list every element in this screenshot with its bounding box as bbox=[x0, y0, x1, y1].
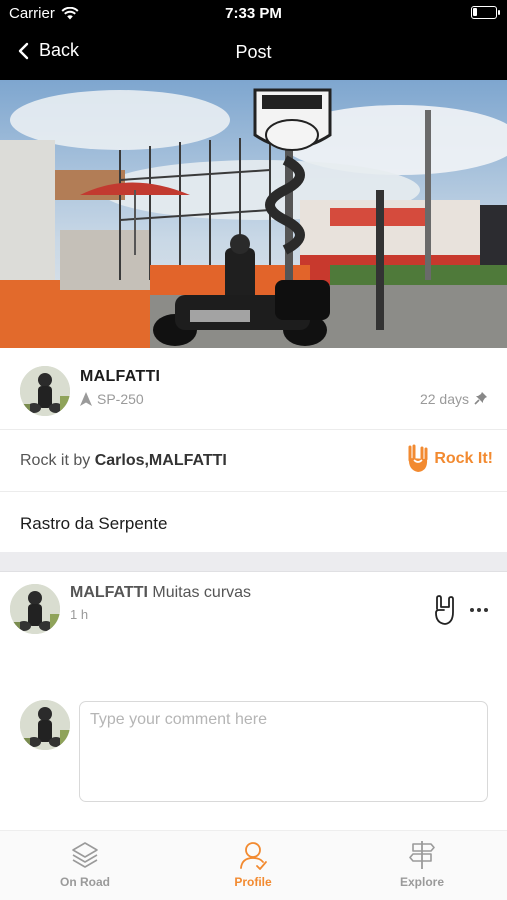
signpost-icon bbox=[409, 841, 435, 869]
comment-text: MALFATTI Muitas curvas bbox=[70, 584, 251, 602]
rock-by-users[interactable]: Carlos,MALFATTI bbox=[95, 452, 227, 469]
comment-item: MALFATTI Muitas curvas 1 h bbox=[0, 572, 507, 652]
section-divider bbox=[0, 552, 507, 572]
post-caption: Rastro da Serpente bbox=[20, 514, 168, 533]
tab-profile[interactable]: Profile bbox=[198, 839, 308, 889]
post-age-label: 22 days bbox=[419, 391, 469, 407]
rock-summary: Rock it by Carlos,MALFATTI Rock It! bbox=[0, 430, 507, 492]
pin-icon bbox=[474, 392, 487, 405]
comment-author[interactable]: MALFATTI bbox=[70, 584, 148, 601]
comment-time: 1 h bbox=[70, 607, 89, 622]
tab-explore[interactable]: Explore bbox=[367, 839, 477, 889]
navigation-bar: Back Post bbox=[0, 28, 507, 80]
profile-icon bbox=[240, 842, 267, 870]
rock-by-text: Rock it by Carlos,MALFATTI bbox=[20, 452, 227, 470]
location-label: SP-250 bbox=[97, 391, 144, 407]
comment-input[interactable] bbox=[79, 701, 488, 802]
avatar[interactable] bbox=[20, 366, 70, 416]
tab-on-road[interactable]: On Road bbox=[30, 839, 140, 889]
post-location: SP-250 bbox=[80, 391, 144, 407]
rock-hand-icon bbox=[408, 444, 428, 472]
post-photo[interactable] bbox=[0, 80, 507, 348]
status-time: 7:33 PM bbox=[225, 5, 282, 22]
post-age: 22 days bbox=[420, 391, 487, 407]
layers-icon bbox=[72, 842, 98, 868]
rock-it-label: Rock It! bbox=[434, 450, 493, 467]
avatar[interactable] bbox=[10, 584, 60, 634]
post-photo-image bbox=[0, 80, 507, 348]
tab-label: On Road bbox=[60, 875, 110, 889]
page-title: Post bbox=[235, 42, 272, 62]
status-bar: Carrier 7:33 PM bbox=[0, 0, 507, 28]
more-options-icon[interactable] bbox=[470, 608, 488, 612]
battery-icon bbox=[471, 6, 500, 19]
comment-rock-button[interactable] bbox=[432, 594, 458, 631]
tab-label: Profile bbox=[234, 875, 272, 889]
rock-hand-outline-icon bbox=[435, 595, 454, 625]
avatar bbox=[20, 700, 70, 750]
comment-composer bbox=[0, 690, 507, 810]
author-name[interactable]: MALFATTI bbox=[80, 368, 160, 386]
post-header: MALFATTI SP-250 22 days bbox=[0, 348, 507, 430]
comment-body: Muitas curvas bbox=[152, 584, 252, 601]
tab-bar: On Road Profile Explore bbox=[0, 830, 507, 900]
rock-by-prefix: Rock it by bbox=[20, 452, 95, 469]
rock-it-button[interactable]: Rock It! bbox=[406, 444, 493, 474]
navigation-arrow-icon bbox=[80, 392, 92, 406]
tab-label: Explore bbox=[399, 875, 444, 889]
